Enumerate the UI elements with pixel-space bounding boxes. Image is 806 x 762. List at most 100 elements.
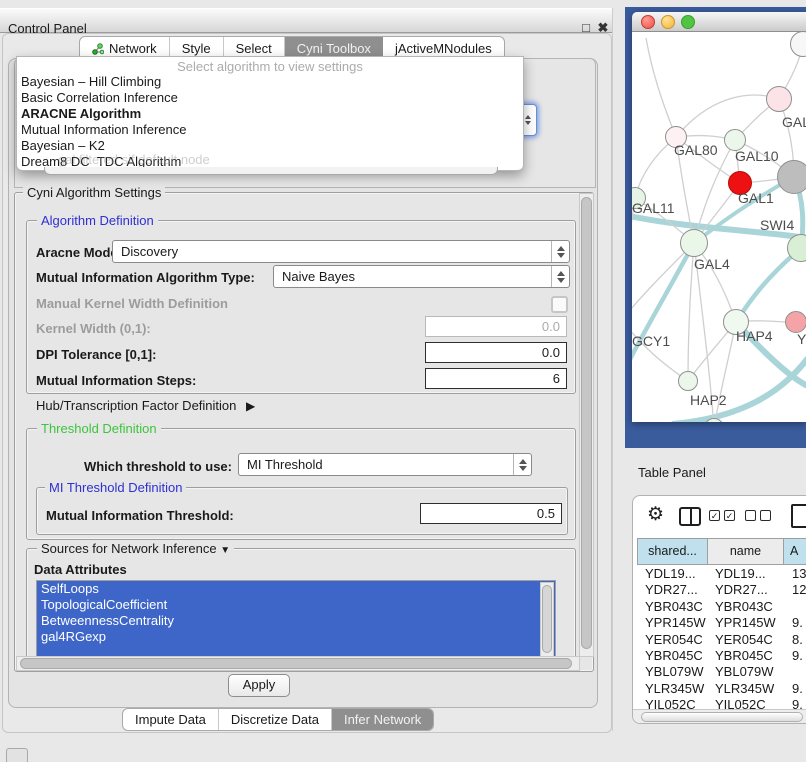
list-scrollbar[interactable] [540,582,554,659]
which-threshold-value: MI Threshold [247,457,323,472]
table-hscrollbar[interactable] [633,709,806,723]
mi-steps-label: Mutual Information Steps: [36,373,196,388]
cell-value: 9. [784,615,806,631]
settings-vscrollbar-thumb[interactable] [581,197,592,649]
cell-value: 13 [784,566,806,582]
column-header-shared[interactable]: shared... [637,538,708,565]
mi-threshold-label: Mutual Information Threshold: [46,508,234,523]
cell-shared: YPR145W [637,615,707,631]
cell-name: YBR045C [707,648,784,664]
manual-kernel-checkbox[interactable] [551,296,568,313]
network-icon [92,43,104,55]
node-label: GAL10 [735,148,779,164]
list-item[interactable]: TopologicalCoefficient [37,597,555,613]
mi-steps-field[interactable]: 6 [425,368,567,389]
mi-type-label: Mutual Information Algorithm Type: [36,270,255,285]
algorithm-option[interactable]: Bayesian – Hill Climbing [19,74,521,90]
tab-discretize-data[interactable]: Discretize Data [219,709,332,730]
network-window-titlebar [632,12,806,32]
hub-definition-label: Hub/Transcription Factor Definition [36,398,236,413]
checked-box-icon: ✓ [724,510,735,521]
cell-value [784,599,806,615]
cell-value: 12 [784,582,806,598]
network-window: GAL GAL80 GAL10 GAL1 GAL11 SWI4 GAL4 GCY… [632,12,806,422]
node-label: HAP2 [690,392,727,408]
new-table-icon[interactable] [791,504,806,528]
tab-impute-data[interactable]: Impute Data [123,709,219,730]
manual-kernel-label: Manual Kernel Width Definition [36,296,228,311]
algorithm-option[interactable]: Mutual Information Inference [19,122,521,138]
deselect-all-checks-icon[interactable] [745,510,771,521]
collapsed-arrow-icon: ▶ [246,399,255,413]
network-node[interactable] [680,229,708,257]
data-attributes-list[interactable]: SelfLoops TopologicalCoefficient Between… [36,580,556,659]
select-all-checks-icon[interactable]: ✓ ✓ [709,510,735,521]
table-row[interactable]: YLR345W YLR345W 9. [637,681,806,697]
list-item[interactable]: SelfLoops [37,581,555,597]
zoom-traffic-light-icon[interactable] [681,15,695,29]
mi-type-combobox[interactable]: Naive Bayes [273,265,570,288]
cell-shared: YBR045C [637,648,707,664]
node-label: HAP4 [736,328,773,344]
dpi-tolerance-field[interactable]: 0.0 [425,342,567,363]
hub-definition-toggle[interactable]: Hub/Transcription Factor Definition ▶ [36,398,255,413]
cell-value: 9. [784,648,806,664]
dpi-tolerance-label: DPI Tolerance [0,1]: [36,347,156,362]
combo-stepper-icon [551,266,569,287]
network-node[interactable] [766,86,792,112]
split-columns-icon[interactable] [679,507,701,526]
cell-shared: YDL19... [637,566,707,582]
minimize-traffic-light-icon[interactable] [661,15,675,29]
table-row[interactable]: YPR145W YPR145W 9. [637,615,806,631]
kernel-width-field[interactable]: 0.0 [425,316,567,337]
node-label: GAL4 [694,256,730,272]
node-label: GCY1 [632,333,670,349]
network-combobox-edge[interactable] [44,167,498,175]
list-scrollbar-thumb[interactable] [542,585,552,653]
table-row[interactable]: YER054C YER054C 8. [637,632,806,648]
table-row[interactable]: YBL079W YBL079W [637,664,806,680]
table-row[interactable]: YDL19... YDL19... 13 [637,566,806,582]
table-panel-window: ⚙ ✓ ✓ shared... name A YDL19... YDL19...… [632,495,806,724]
cell-name: YBL079W [707,664,784,680]
close-traffic-light-icon[interactable] [641,15,655,29]
bottom-left-button[interactable] [6,748,28,762]
bottom-tabbar: Impute Data Discretize Data Infer Networ… [122,708,434,731]
column-header-name[interactable]: name [707,538,784,565]
algorithm-prompt: Select algorithm to view settings [17,59,523,74]
cell-name: YDR27... [707,582,784,598]
network-node[interactable] [785,311,806,333]
cell-shared: YLR345W [637,681,707,697]
settings-vscrollbar[interactable] [579,193,594,657]
network-node[interactable] [777,160,806,194]
list-item[interactable]: BetweennessCentrality [37,613,555,629]
mi-threshold-field[interactable]: 0.5 [420,503,562,524]
expanded-arrow-icon[interactable]: ▼ [220,545,230,556]
gear-icon[interactable]: ⚙ [647,504,664,526]
node-label: SWI4 [760,217,794,233]
screenshot-root: Control Panel □ ✖ Network Style Select C… [0,0,806,762]
network-node[interactable] [678,371,698,391]
column-header-extra[interactable]: A [783,538,806,565]
aracne-mode-combobox[interactable]: Discovery [112,240,570,263]
table-row[interactable]: YBR043C YBR043C [637,599,806,615]
network-canvas[interactable]: GAL GAL80 GAL10 GAL1 GAL11 SWI4 GAL4 GCY… [632,32,806,422]
apply-button[interactable]: Apply [228,674,290,697]
tab-infer-network[interactable]: Infer Network [332,709,433,730]
list-item[interactable]: gal4RGexp [37,629,555,645]
algorithm-option-selected[interactable]: ARACNE Algorithm [19,106,521,122]
settings-group-title: Cyni Algorithm Settings [23,185,165,200]
unchecked-box-icon [760,510,771,521]
cell-shared: YBL079W [637,664,707,680]
cell-name: YBR043C [707,599,784,615]
algorithm-definition-title: Algorithm Definition [37,213,158,228]
table-row[interactable]: YDR27... YDR27... 12 [637,582,806,598]
settings-hscrollbar[interactable] [16,656,580,671]
algorithm-option[interactable]: Basic Correlation Inference [19,90,521,106]
which-threshold-combobox[interactable]: MI Threshold [238,453,532,476]
settings-hscrollbar-thumb[interactable] [20,658,572,669]
combo-stepper-icon [513,454,531,475]
checked-box-icon: ✓ [709,510,720,521]
table-row[interactable]: YBR045C YBR045C 9. [637,648,806,664]
table-hscrollbar-thumb[interactable] [641,712,803,722]
